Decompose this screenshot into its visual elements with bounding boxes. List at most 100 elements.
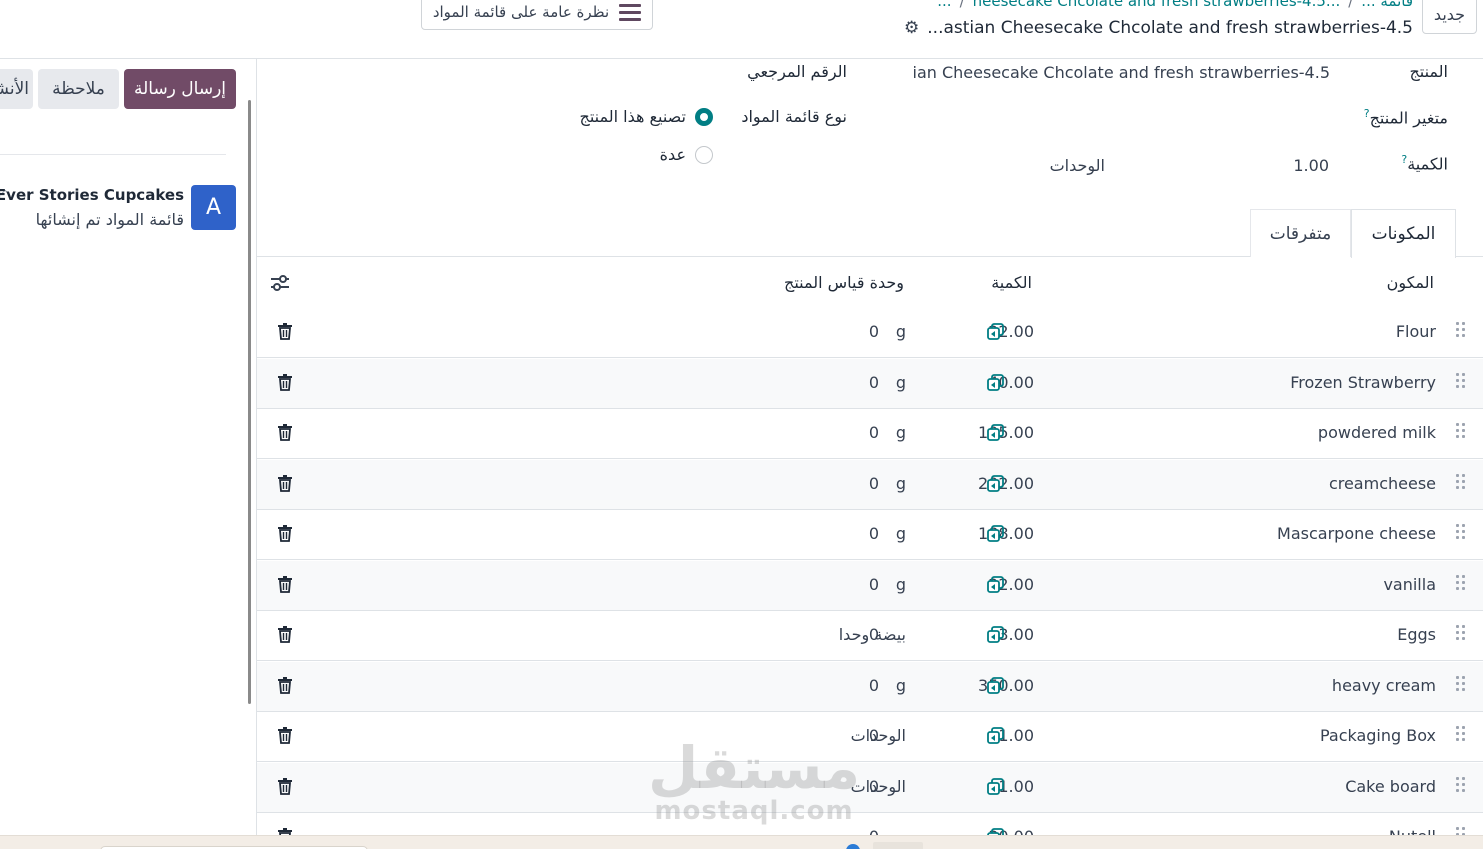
breadcrumb-separator: /: [1348, 0, 1354, 10]
operation-cell[interactable]: 0: [869, 575, 879, 594]
table-row[interactable]: Flour 0 22.00 g: [257, 308, 1483, 358]
column-header-quantity[interactable]: الكمية: [991, 273, 1032, 292]
component-cell[interactable]: Cake board: [1345, 777, 1436, 796]
component-cell[interactable]: Mascarpone cheese: [1277, 524, 1436, 543]
uom-cell[interactable]: g: [896, 575, 906, 594]
radio-kit-label[interactable]: عدة: [660, 145, 686, 164]
trash-icon[interactable]: [277, 777, 293, 795]
table-row[interactable]: Packaging Box 0 1.00 الوحدات: [257, 712, 1483, 762]
drag-handle-icon[interactable]: [1456, 473, 1468, 494]
breadcrumb-more[interactable]: ...: [937, 0, 951, 10]
trash-icon[interactable]: [277, 423, 293, 441]
breadcrumb: قائمة ... / ...heesecake Chcolate and fres…: [937, 0, 1413, 10]
tab-misc[interactable]: متفرقات: [1250, 209, 1351, 257]
quantity-field[interactable]: 1.00: [1293, 156, 1329, 175]
drag-handle-icon[interactable]: [1456, 776, 1468, 797]
copy-icon[interactable]: [986, 676, 1006, 696]
radio-manufacture[interactable]: [695, 108, 713, 126]
breadcrumb-item-product[interactable]: ...heesecake Chcolate and fresh strawber…: [973, 0, 1341, 10]
uom-cell[interactable]: الوحدات: [851, 726, 906, 745]
trash-icon[interactable]: [277, 524, 293, 542]
trash-icon[interactable]: [277, 373, 293, 391]
table-row[interactable]: Cake board 0 1.00 الوحدات: [257, 762, 1483, 813]
column-header-component[interactable]: المكون: [1387, 273, 1434, 292]
log-note-button[interactable]: ملاحظة: [38, 69, 119, 109]
browser-bottom-bar: [0, 835, 1483, 849]
new-button[interactable]: جديد: [1422, 0, 1477, 34]
taskbar-app-icon[interactable]: [846, 844, 860, 849]
operation-cell[interactable]: 0: [869, 423, 879, 442]
component-cell[interactable]: Packaging Box: [1320, 726, 1436, 745]
uom-cell[interactable]: الوحدات: [851, 777, 906, 796]
drag-handle-icon[interactable]: [1456, 726, 1468, 746]
copy-icon[interactable]: [986, 625, 1006, 645]
copy-icon[interactable]: [986, 322, 1006, 342]
table-row[interactable]: Frozen Strawberry 0 40.00 g: [257, 358, 1483, 409]
copy-icon[interactable]: [986, 777, 1006, 797]
component-cell[interactable]: powdered milk: [1318, 423, 1436, 442]
operation-cell[interactable]: 0: [869, 373, 879, 392]
tab-components[interactable]: المكونات: [1351, 209, 1456, 258]
uom-cell[interactable]: g: [896, 423, 906, 442]
copy-icon[interactable]: [986, 423, 1006, 443]
quantity-uom-field[interactable]: الوحدات: [1050, 156, 1105, 175]
component-cell[interactable]: Eggs: [1397, 625, 1436, 644]
drag-handle-icon[interactable]: [1456, 675, 1468, 696]
copy-icon[interactable]: [986, 373, 1006, 393]
optional-columns-icon[interactable]: [269, 273, 291, 293]
drag-handle-icon[interactable]: [1456, 524, 1468, 544]
copy-icon[interactable]: [986, 524, 1006, 544]
uom-cell[interactable]: g: [896, 676, 906, 695]
copy-icon[interactable]: [986, 726, 1006, 746]
avatar[interactable]: A: [191, 185, 236, 230]
send-message-button[interactable]: إرسال رسالة: [124, 69, 236, 109]
operation-cell[interactable]: 0: [869, 322, 879, 341]
table-row[interactable]: powdered milk 0 105.00 g: [257, 409, 1483, 459]
drag-handle-icon[interactable]: [1456, 322, 1468, 342]
component-cell[interactable]: Flour: [1396, 322, 1436, 341]
bom-overview-button[interactable]: نظرة عامة على قائمة المواد: [421, 0, 653, 30]
chatter-scrollbar[interactable]: [248, 100, 251, 704]
trash-icon[interactable]: [277, 676, 293, 694]
radio-manufacture-label[interactable]: تصنيع هذا المنتج: [579, 107, 686, 126]
trash-icon[interactable]: [277, 575, 293, 593]
component-cell[interactable]: vanilla: [1383, 575, 1436, 594]
uom-cell[interactable]: g: [896, 373, 906, 392]
page-title: ...astian Cheesecake Chcolate and fresh …: [927, 18, 1413, 38]
uom-cell[interactable]: بيضة وحدا: [839, 625, 906, 644]
component-cell[interactable]: creamcheese: [1329, 474, 1436, 493]
column-header-uom[interactable]: وحدة قياس المنتج: [784, 273, 904, 292]
activities-button[interactable]: الأنشطة: [0, 69, 33, 109]
uom-cell[interactable]: g: [896, 322, 906, 341]
drag-handle-icon[interactable]: [1456, 574, 1468, 595]
trash-icon[interactable]: [277, 726, 293, 744]
table-row[interactable]: creamcheese 0 202.00 g: [257, 459, 1483, 510]
table-row[interactable]: heavy cream 0 350.00 g: [257, 661, 1483, 712]
breadcrumb-item-bom-list[interactable]: قائمة ...: [1361, 0, 1413, 10]
copy-icon[interactable]: [986, 575, 1006, 595]
component-cell[interactable]: Frozen Strawberry: [1290, 373, 1436, 392]
drag-handle-icon[interactable]: [1456, 423, 1468, 443]
table-row[interactable]: Mascarpone cheese 0 188.00 g: [257, 510, 1483, 560]
gear-icon[interactable]: ⚙: [904, 18, 919, 38]
drag-handle-icon[interactable]: [1456, 372, 1468, 393]
taskbar-app-icon[interactable]: [873, 842, 923, 849]
table-row[interactable]: vanilla 0 22.00 g: [257, 560, 1483, 611]
list-icon: [619, 3, 642, 21]
uom-cell[interactable]: g: [896, 474, 906, 493]
trash-icon[interactable]: [277, 322, 293, 340]
trash-icon[interactable]: [277, 474, 293, 492]
chatter-panel: الأنشطة ملاحظة إرسال رسالة A ^ Ever Stor…: [0, 59, 250, 835]
drag-handle-icon[interactable]: [1456, 625, 1468, 645]
component-cell[interactable]: heavy cream: [1332, 676, 1436, 695]
product-field[interactable]: ian Cheesecake Chcolate and fresh strawb…: [913, 63, 1330, 82]
trash-icon[interactable]: [277, 625, 293, 643]
operation-cell[interactable]: 0: [869, 676, 879, 695]
operation-cell[interactable]: 0: [869, 474, 879, 493]
message-author[interactable]: Ever Stories Cupcakes: [0, 186, 184, 204]
radio-kit[interactable]: [695, 146, 713, 164]
copy-icon[interactable]: [986, 474, 1006, 494]
uom-cell[interactable]: g: [896, 524, 906, 543]
table-row[interactable]: Eggs 0 3.00 بيضة وحدا: [257, 611, 1483, 661]
operation-cell[interactable]: 0: [869, 524, 879, 543]
